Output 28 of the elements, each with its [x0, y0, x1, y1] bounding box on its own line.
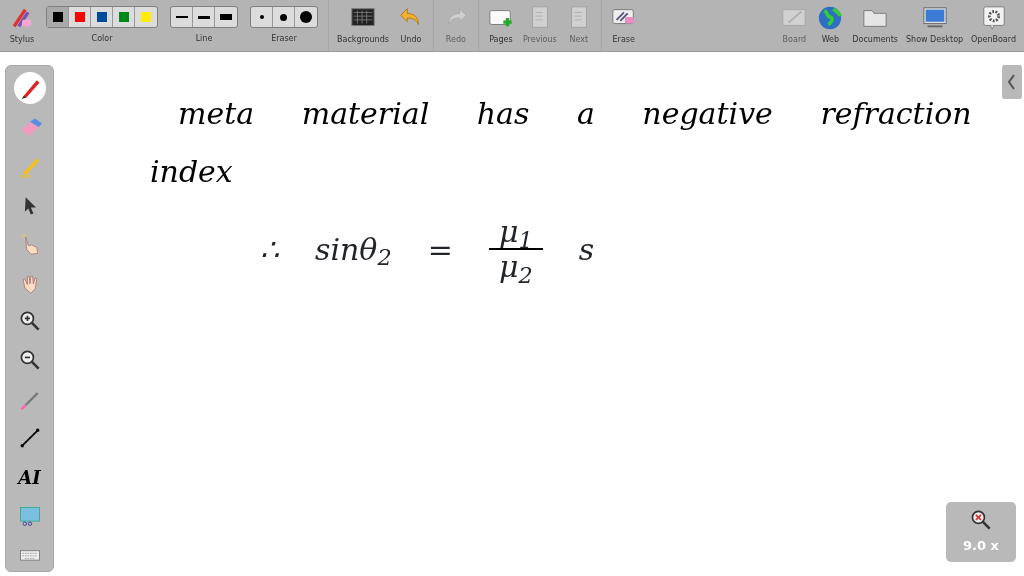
color-swatch[interactable]: [47, 7, 69, 27]
palette-tool[interactable]: [13, 72, 46, 104]
text-tool[interactable]: AI: [13, 461, 46, 494]
toolbar-button[interactable]: Web: [812, 0, 849, 51]
toolbar-button[interactable]: Pages: [482, 0, 519, 51]
toolbar-button[interactable]: Show Desktop: [902, 0, 968, 51]
toolbar-button[interactable]: OpenBoard: [967, 0, 1020, 51]
screen-capture-icon: [17, 504, 42, 529]
side-panel-handle-icon[interactable]: [1002, 65, 1022, 99]
handwritten-text: index: [150, 153, 234, 191]
group-label: Color: [91, 33, 113, 45]
handwritten-text: s: [578, 230, 595, 269]
handwritten-text: meta material has a negative refraction: [177, 95, 972, 133]
gear-icon: [980, 5, 1007, 31]
toolbar-button[interactable]: Undo: [392, 0, 429, 51]
group-label: Eraser: [271, 33, 297, 45]
toolbar-button[interactable]: Documents: [848, 0, 902, 51]
group-label: Line: [195, 33, 213, 45]
zoom-level: 9.0 x: [963, 537, 999, 556]
handwritten-therefore: ∴: [260, 230, 279, 269]
handwritten-text: sinθ$_{2}$: [315, 230, 392, 272]
toolbar-button[interactable]: Stylus: [4, 0, 40, 51]
toolbar-button[interactable]: Backgrounds: [333, 0, 393, 51]
handwritten-denominator: μ$_{2}$: [498, 250, 533, 283]
globe-icon: [817, 5, 844, 31]
toolbar-button[interactable]: Erase: [605, 0, 642, 51]
handwritten-equals: =: [427, 230, 453, 269]
handwritten-numerator: μ$_{1}$: [498, 215, 533, 248]
